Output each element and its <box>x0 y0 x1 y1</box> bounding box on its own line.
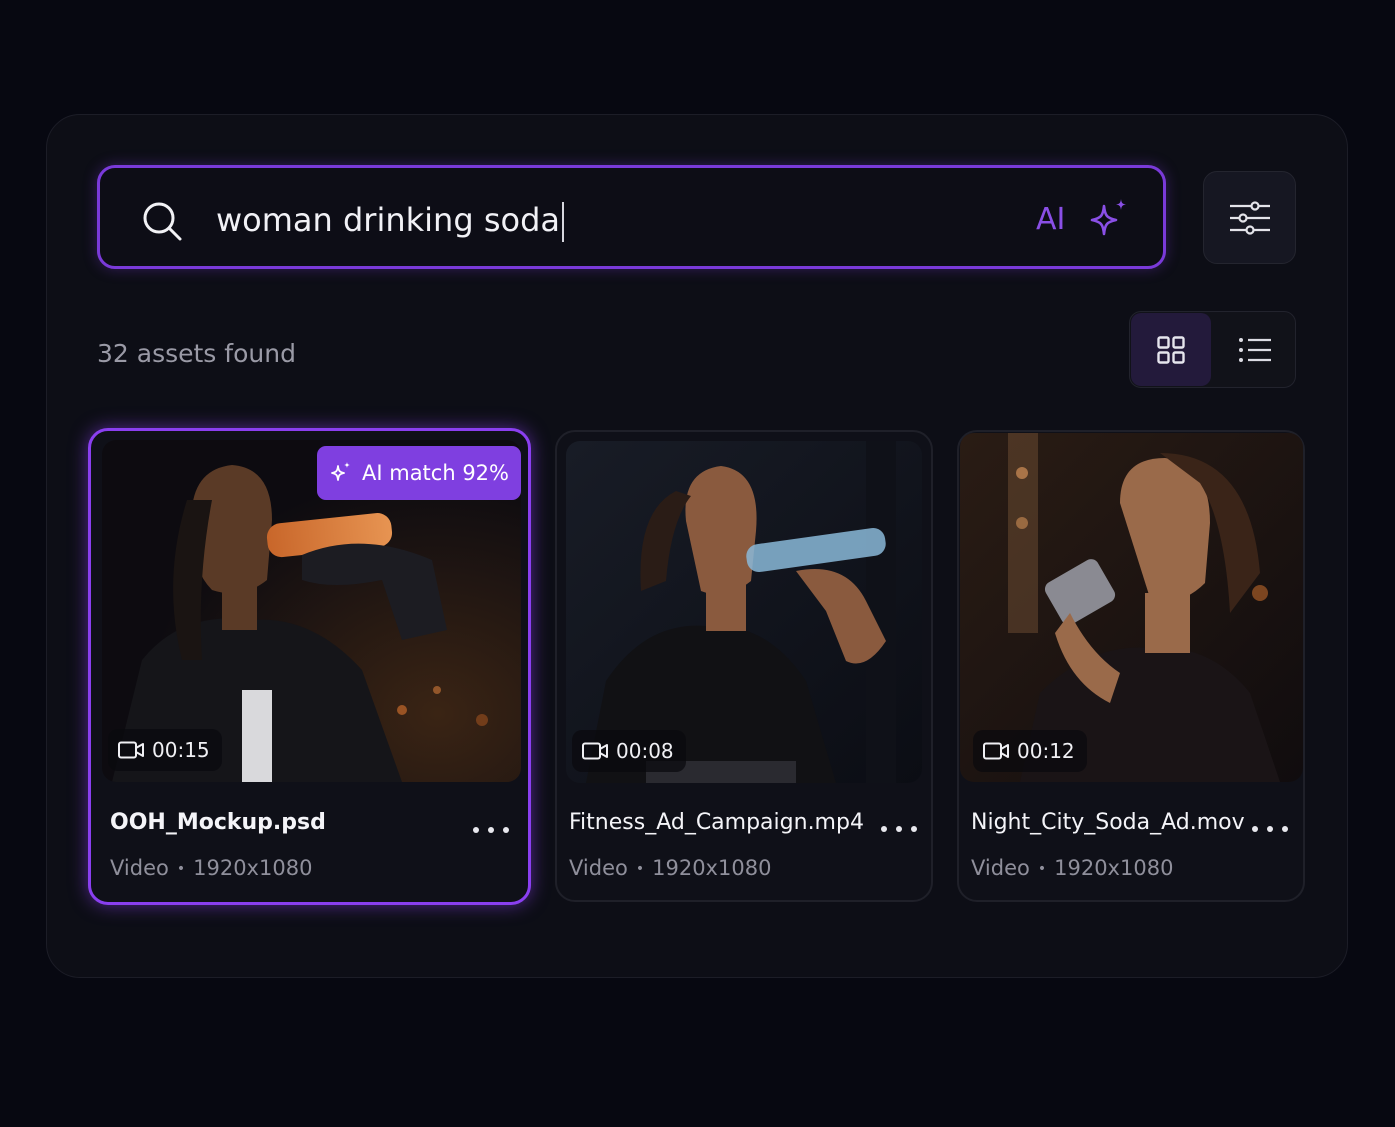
ai-sparkle-icon[interactable] <box>1086 196 1132 242</box>
grid-icon <box>1157 336 1185 364</box>
video-camera-icon <box>983 742 1009 760</box>
filter-button[interactable] <box>1203 171 1296 264</box>
view-toggle <box>1129 311 1296 388</box>
text-caret <box>561 202 564 242</box>
more-options-icon[interactable] <box>1252 822 1288 836</box>
duration-badge: 00:15 <box>108 729 222 771</box>
search-input[interactable]: woman drinking soda <box>216 198 564 242</box>
grid-view-button[interactable] <box>1131 313 1211 386</box>
asset-meta: Video • 1920x1080 <box>110 856 313 880</box>
asset-card[interactable]: 00:12 Night_City_Soda_Ad.mov Video • 1920x… <box>957 430 1305 902</box>
sliders-icon <box>1230 201 1270 235</box>
asset-filename[interactable]: Fitness_Ad_Campaign.mp4 <box>569 808 864 838</box>
asset-filename[interactable]: OOH_Mockup.psd <box>110 808 326 838</box>
asset-card[interactable]: AI match 92% 00:15 OOH_Mockup.psd Video •… <box>88 428 531 905</box>
asset-meta: Video • 1920x1080 <box>971 856 1174 880</box>
asset-card[interactable]: 00:08 Fitness_Ad_Campaign.mp4 Video • 1920… <box>555 430 933 902</box>
more-options-icon[interactable] <box>473 823 509 837</box>
sparkle-icon <box>331 462 350 481</box>
video-camera-icon <box>582 742 608 760</box>
video-camera-icon <box>118 741 144 759</box>
results-count: 32 assets found <box>97 339 296 368</box>
search-icon <box>143 202 182 241</box>
ai-search-bar[interactable]: woman drinking soda AI <box>97 165 1166 269</box>
asset-meta: Video • 1920x1080 <box>569 856 772 880</box>
ai-match-badge: AI match 92% <box>317 446 521 500</box>
ai-label: AI <box>1036 202 1066 237</box>
more-options-icon[interactable] <box>881 822 917 836</box>
list-icon <box>1239 338 1271 362</box>
list-view-button[interactable] <box>1212 313 1294 386</box>
duration-badge: 00:08 <box>572 730 686 772</box>
asset-filename[interactable]: Night_City_Soda_Ad.mov <box>971 808 1245 838</box>
duration-badge: 00:12 <box>973 730 1087 772</box>
